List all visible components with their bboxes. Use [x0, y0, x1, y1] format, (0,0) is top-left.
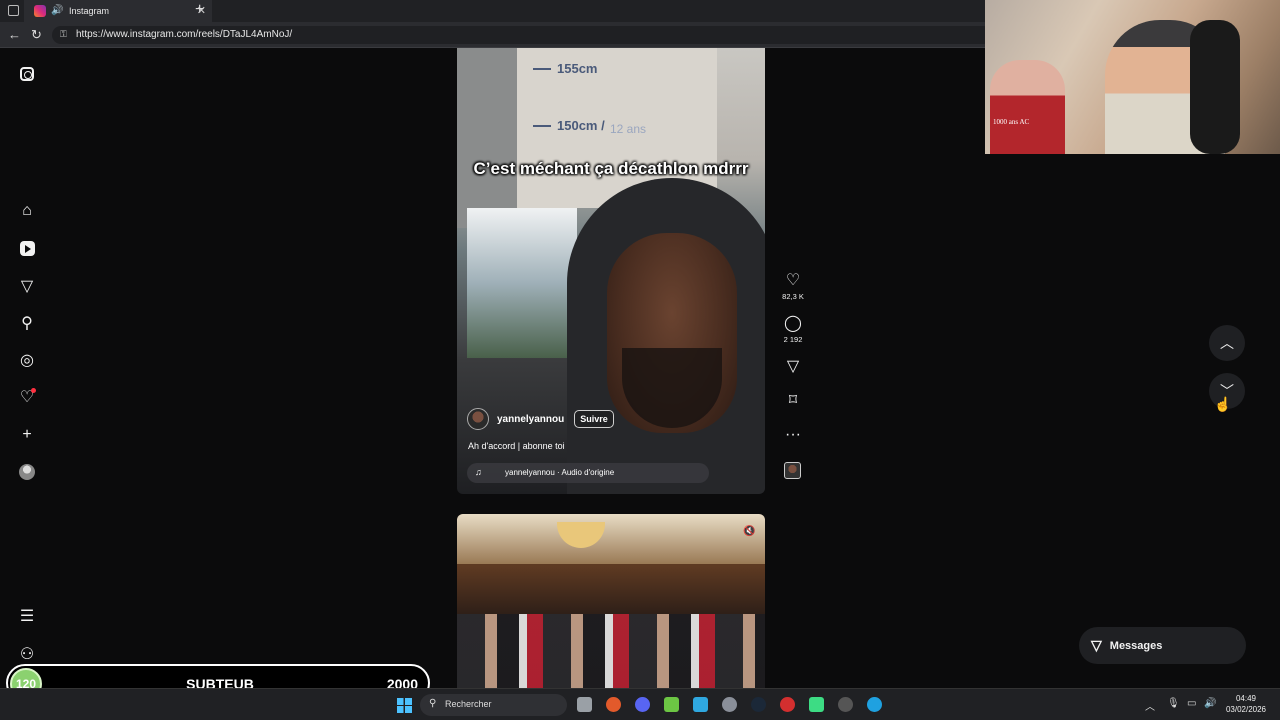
author-avatar[interactable]: [467, 408, 489, 430]
chevron-up-icon: ︿: [1220, 335, 1234, 351]
steam-icon[interactable]: [751, 697, 766, 712]
measure-label-2: 150cm /: [557, 118, 605, 133]
speaker-icon[interactable]: 🔊: [51, 5, 63, 16]
media-player-icon[interactable]: [780, 697, 795, 712]
volume-icon[interactable]: 🔊: [1204, 698, 1216, 709]
measure-mark: [533, 125, 551, 127]
home-icon[interactable]: ⌂: [17, 201, 37, 221]
screen: 🔊 Instagram ✕ + ← ↻ ⚿ https://www.instag…: [0, 0, 1280, 720]
mute-icon[interactable]: 🔇: [743, 526, 755, 537]
bookmark-icon: ⌑: [788, 392, 798, 409]
messages-button[interactable]: ▽ Messages: [1079, 627, 1246, 664]
url-text: https://www.instagram.com/reels/DTaJL4Am…: [76, 29, 293, 40]
person-left: [990, 60, 1065, 154]
reload-icon[interactable]: ↻: [31, 27, 42, 43]
url-field[interactable]: ⚿ https://www.instagram.com/reels/DTaJL4…: [52, 26, 992, 44]
background-window: [467, 208, 577, 358]
browser-tab[interactable]: 🔊 Instagram ✕: [24, 0, 212, 22]
mouse-cursor: ☝: [1214, 396, 1232, 412]
author-name[interactable]: yannelyannou: [497, 414, 564, 425]
messages-icon: ▽: [1091, 637, 1102, 653]
tab-title: Instagram: [69, 6, 110, 16]
more-options-button[interactable]: ···: [776, 426, 810, 444]
taskbar-search[interactable]: ⚲ Rechercher: [420, 694, 567, 716]
network-icon[interactable]: ▭: [1187, 698, 1196, 709]
music-note-icon: ♫: [475, 467, 482, 477]
edge-icon[interactable]: [867, 697, 882, 712]
new-tab-button[interactable]: +: [195, 1, 204, 19]
app-layers-icon[interactable]: [693, 697, 708, 712]
tray-overflow-icon[interactable]: ︿: [1145, 698, 1155, 713]
shirt-text: 1000 ans AC: [993, 118, 1030, 126]
follow-button[interactable]: Suivre: [574, 410, 614, 428]
reel-overlay-caption: C’est méchant ça décathlon mdrrr: [473, 159, 749, 178]
instagram-sidebar: ⌂ ▽ ⚲ ◎ ♡ + ☰ ⚇: [0, 48, 56, 688]
webcam-overlay: 1000 ans AC: [985, 0, 1280, 154]
instagram-logo-icon[interactable]: [17, 64, 37, 84]
clock-time: 04:49: [1235, 694, 1257, 703]
start-icon[interactable]: [397, 698, 412, 713]
gaming-chair: [1190, 20, 1240, 154]
like-count: 82,3 K: [782, 292, 804, 301]
comment-icon: ◯: [784, 315, 802, 332]
heart-icon: ♡: [785, 272, 801, 289]
reels-icon[interactable]: [17, 238, 37, 258]
more-menu-icon[interactable]: ☰: [17, 606, 37, 626]
discord-icon[interactable]: [635, 697, 650, 712]
clock-date: 03/02/2026: [1225, 705, 1267, 714]
reel-video[interactable]: 155cm 150cm / 12 ans C’est méchant ça dé…: [457, 48, 765, 494]
brave-icon[interactable]: [606, 697, 621, 712]
streaming-app-icon[interactable]: [809, 697, 824, 712]
search-icon: ⚲: [429, 698, 437, 709]
measure-mark: [533, 68, 551, 70]
taskbar-search-label: Rechercher: [445, 699, 492, 709]
next-reel-video[interactable]: 🔇: [457, 514, 765, 688]
audio-thumbnail[interactable]: [784, 462, 801, 479]
microphone-icon[interactable]: 🎙: [1167, 698, 1180, 709]
tab-actions-icon[interactable]: [8, 5, 19, 16]
comment-button[interactable]: ◯ 2 192: [776, 315, 810, 344]
messages-label: Messages: [1109, 639, 1163, 652]
app-green-icon[interactable]: [664, 697, 679, 712]
audio-link[interactable]: ♫ yannelyannou · Audio d'origine: [467, 463, 709, 483]
notifications-icon[interactable]: ♡: [17, 387, 37, 407]
create-icon[interactable]: +: [17, 425, 37, 445]
like-button[interactable]: ♡ 82,3 K: [776, 272, 810, 301]
direct-messages-icon[interactable]: ▽: [17, 276, 37, 296]
reel-actions: ♡ 82,3 K ◯ 2 192 ▽ ⌑ ···: [776, 270, 810, 486]
window-frame: [457, 48, 517, 228]
comment-count: 2 192: [783, 335, 803, 344]
instagram-favicon-icon: [34, 5, 46, 17]
site-info-icon[interactable]: ⚿: [60, 29, 67, 40]
measure-label-2b: 12 ans: [610, 122, 647, 136]
share-icon: ▽: [786, 358, 800, 375]
also-from-meta-icon[interactable]: ⚇: [17, 644, 37, 664]
search-icon[interactable]: ⚲: [17, 313, 37, 333]
share-button[interactable]: ▽: [776, 358, 810, 376]
crowd: [457, 614, 765, 688]
explore-icon[interactable]: ◎: [17, 350, 37, 370]
profile-icon[interactable]: [17, 462, 37, 482]
reel-description[interactable]: Ah d'accord | abonne toi: [468, 441, 565, 451]
taskbar-clock[interactable]: 04:49 03/02/2026: [1222, 693, 1270, 715]
back-icon[interactable]: ←: [8, 27, 21, 42]
restaurant-ceiling: [457, 514, 765, 564]
more-dots-icon: ···: [785, 426, 801, 443]
audio-label: yannelyannou · Audio d'origine: [505, 468, 615, 477]
recorder-icon[interactable]: [838, 697, 853, 712]
settings-icon[interactable]: [722, 697, 737, 712]
task-view-icon[interactable]: [577, 697, 592, 712]
reel-author-row: yannelyannou Suivre: [467, 408, 614, 430]
previous-reel-button[interactable]: ︿: [1209, 325, 1245, 361]
measure-label-1: 155cm: [557, 61, 598, 76]
windows-taskbar: ⚲ Rechercher ︿ 🎙 ▭ 🔊 04:49 03/02/2026: [0, 688, 1280, 720]
notification-dot: [31, 388, 36, 393]
save-button[interactable]: ⌑: [776, 392, 810, 410]
